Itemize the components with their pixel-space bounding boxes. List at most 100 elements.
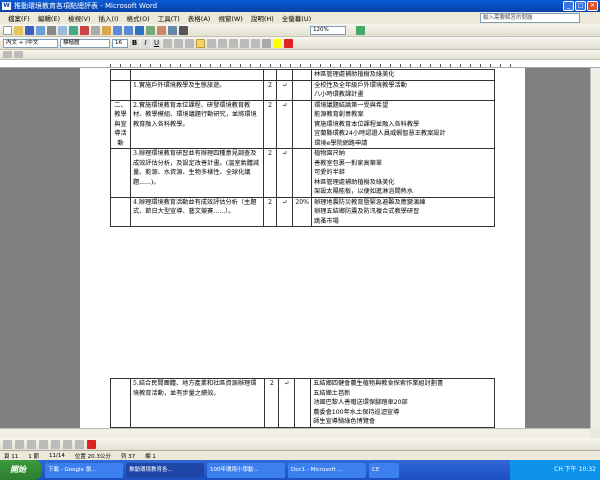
category-cell[interactable] [110,148,131,198]
bullets-icon[interactable] [229,38,238,48]
criteria-cell[interactable]: 1.實施戶外環境教學及生態旅遊。 [129,79,264,101]
align-right-icon[interactable] [185,38,194,48]
line-spacing-icon[interactable] [207,38,216,48]
line-color-icon[interactable] [87,439,96,449]
menu-format[interactable]: 格式(O) [123,13,154,23]
check-cell[interactable]: ↵ [276,148,294,198]
evidence-cell[interactable]: 全校性及全年級戶外環境教學活動 八小時環教課計畫 [311,79,495,101]
hyperlink-icon[interactable] [135,25,144,35]
menu-fullscreen[interactable]: 全螢幕(U) [278,13,315,23]
cut-icon[interactable] [80,25,89,35]
start-button[interactable]: 開始 [0,460,42,480]
increase-indent-icon[interactable] [251,38,260,48]
check-cell[interactable]: ↵ [276,196,294,227]
oval-icon[interactable] [63,439,72,449]
menu-edit[interactable]: 編輯(E) [34,13,64,23]
minimize-button[interactable]: _ [563,1,574,11]
align-center-icon[interactable] [174,38,183,48]
print-icon[interactable] [47,25,56,35]
score-cell[interactable]: 2 [264,378,280,428]
document-area[interactable]: 林區管理處補助植樹及綠美化 1.實施戶外環境教學及生態旅遊。 2 ↵ 全校性及全年級戶外… [0,68,590,428]
score-cell[interactable]: 2 [262,148,278,198]
category-cell[interactable] [110,79,131,101]
task-button-ce[interactable]: CE [369,462,399,478]
evidence-cell[interactable]: 植物園尺納 善教室包裹一對家高築單 可愛的半蚌 林區管理處補助植樹及綠美化 架設太陽能板… [311,148,495,198]
draw-menu-icon[interactable] [3,439,12,449]
score-cell[interactable]: 2 [262,196,278,227]
undo-icon[interactable] [113,25,122,35]
line-icon[interactable] [27,439,36,449]
open-folder-icon[interactable] [14,25,23,35]
horizontal-ruler[interactable] [0,60,600,68]
zoom-select[interactable]: 120% [310,25,346,35]
save-icon[interactable] [25,25,34,35]
new-doc-icon[interactable] [3,25,12,35]
criteria-cell[interactable]: 4.辦理環境教育活動並有成效評估分析（主題式、節日大型宣導、藝文競賽......… [129,196,264,227]
menu-help[interactable]: 說明(H) [247,13,278,23]
task-button-word-active[interactable]: 推動環境教育各... [126,462,204,478]
language-indicator[interactable]: CH [554,466,563,473]
read-icon[interactable] [356,25,365,35]
evidence-cell[interactable]: 環境議題結論第一受與希望 能源教育創意教案 實施環境教育本位課程並融入各科教學 宜蘭縣… [311,99,495,149]
borders-icon[interactable] [262,38,271,48]
show-hide-icon[interactable] [179,25,188,35]
menu-view[interactable]: 檢視(V) [64,13,95,23]
align-left-icon[interactable] [163,38,172,48]
justify-icon[interactable] [196,38,205,48]
weight-cell[interactable] [292,148,313,198]
criteria-cell[interactable] [129,69,264,81]
snap-icon[interactable] [14,51,23,58]
task-button-doc1[interactable]: Doc1 - Microsoft ... [288,462,366,478]
weight-cell[interactable] [292,69,313,81]
italic-icon[interactable]: I [141,38,150,48]
bold-icon[interactable]: B [130,38,139,48]
menu-window[interactable]: 視窗(W) [214,13,247,23]
horizontal-scrollbar[interactable] [0,428,590,438]
spelling-icon[interactable] [69,25,78,35]
menu-file[interactable]: 檔案(F) [4,13,34,23]
menu-tools[interactable]: 工具(T) [154,13,184,23]
copy-icon[interactable] [91,25,100,35]
criteria-cell[interactable]: 3.辦理環境教育研習並有辦理四種意見調查及成效評估分析，及設定改善計畫。(溫室氣… [129,148,264,198]
category-cell[interactable] [110,196,131,227]
weight-cell[interactable] [292,99,313,149]
evidence-cell[interactable]: 五結鄉四健會農生植物與教食探索作業組討劃書 五結鄉土芭新 池國巴黎人善贈送環保腳踏車… [310,378,495,428]
weight-cell[interactable] [292,79,313,101]
category-cell[interactable] [110,69,131,81]
table-icon[interactable] [146,25,155,35]
redo-icon[interactable] [124,25,133,35]
weight-cell[interactable] [294,378,312,428]
rectangle-icon[interactable] [51,439,60,449]
paste-icon[interactable] [102,25,111,35]
decrease-indent-icon[interactable] [240,38,249,48]
category-cell[interactable]: 二、教學與宣導活動 [110,99,131,149]
autoshapes-icon[interactable] [15,439,24,449]
font-color-icon[interactable] [284,38,293,48]
check-cell[interactable]: ↵ [278,378,296,428]
highlight-icon[interactable] [273,38,282,48]
criteria-cell[interactable]: 5.結合民間團體、地方產業和社區資源辦理環境教育活動，並有步量之績效。 [129,378,266,428]
font-select[interactable]: 標楷體 [60,38,110,48]
task-button-browser[interactable]: 下載 - Google 瀏... [45,462,123,478]
columns-icon[interactable] [157,25,166,35]
check-cell[interactable]: ↵ [276,79,294,101]
check-cell[interactable] [276,69,294,81]
score-cell[interactable]: 2 [262,99,278,149]
vertical-scrollbar[interactable] [590,68,600,428]
weight-cell[interactable]: 20% [292,196,313,227]
underline-icon[interactable]: U [152,38,161,48]
style-select[interactable]: 內文 + (中文 [3,38,58,48]
score-cell[interactable]: 2 [262,79,278,101]
menu-table[interactable]: 表格(A) [184,13,215,23]
check-cell[interactable]: ↵ [276,99,294,149]
grid-icon[interactable] [3,51,12,58]
menu-insert[interactable]: 插入(I) [95,13,123,23]
task-button-folder[interactable]: 100年環境小學動... [207,462,285,478]
maximize-button[interactable]: □ [575,1,586,11]
permission-icon[interactable] [36,25,45,35]
help-search-input[interactable]: 輸入需要解答的問題 [480,13,580,23]
criteria-cell[interactable]: 2.實施環境教育本位課程、研發環境教育教材、教學模組、環境議題行動研究，並將環境… [129,99,264,149]
textbox-icon[interactable] [75,439,84,449]
drawing-icon[interactable] [168,25,177,35]
score-cell[interactable] [262,69,278,81]
